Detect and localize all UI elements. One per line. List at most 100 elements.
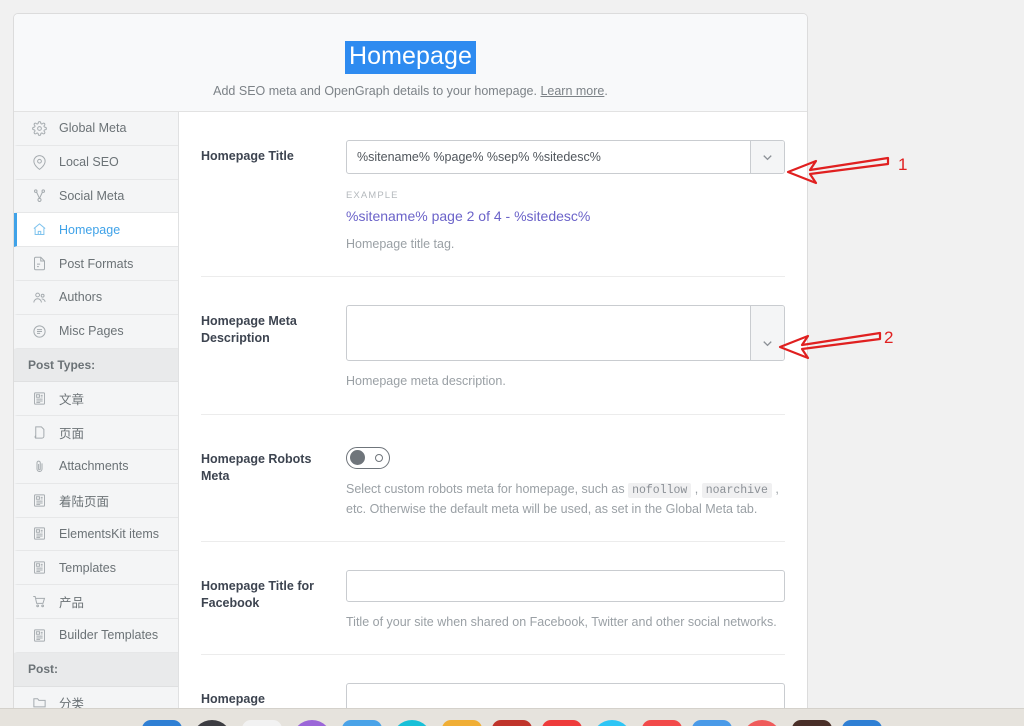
field-label: Homepage Meta Description [201,314,297,346]
os-dock[interactable] [0,708,1024,726]
dock-icon[interactable] [542,720,582,726]
annotation-arrow-1 [786,156,890,185]
field-help-text: Select custom robots meta for homepage, … [346,480,785,519]
code-chip-noarchive: noarchive [701,482,772,498]
sidebar-item-label: Post Formats [59,256,134,271]
screen: Homepage Add SEO meta and OpenGraph deta… [0,0,1024,726]
panel-body: Global Meta Local SEO Social Meta Homepa… [14,112,807,712]
sidebar-item-products-cn[interactable]: 产品 [14,585,178,619]
sidebar-item-label: Global Meta [59,121,127,136]
field-label: Homepage Title for Facebook [201,578,314,610]
example-label: EXAMPLE [346,190,399,201]
sidebar-item-label: Local SEO [59,155,119,170]
code-chip-nofollow: nofollow [628,482,692,498]
sidebar-item-authors[interactable]: Authors [14,280,178,315]
field-homepage-robots-meta: Homepage Robots Meta Select custom robot… [201,415,785,542]
field-control: EXAMPLE %sitename% page 2 of 4 - %sitede… [346,140,785,254]
sidebar-section-post: Post: [14,652,178,687]
field-help-text: Homepage meta description. [346,374,506,389]
sidebar-item-label: Misc Pages [59,324,124,339]
sidebar-item-post-formats[interactable]: Post Formats [14,247,178,281]
field-control: Homepage meta description. [346,305,785,391]
sidebar-section-label: Post: [28,662,58,677]
page-icon [31,424,48,441]
sidebar-item-label: Templates [59,560,116,575]
dock-icon[interactable] [192,720,232,726]
dock-icon[interactable] [142,720,182,726]
learn-more-link[interactable]: Learn more [540,84,604,98]
sidebar-item-label: Social Meta [59,188,125,203]
sidebar-item-label: Authors [59,290,103,305]
dock-icon[interactable] [742,720,782,726]
subtitle-suffix: . [604,83,608,98]
field-label: Homepage Title [201,149,294,163]
sidebar-item-homepage[interactable]: Homepage [14,213,178,248]
sidebar-item-label: 着陆页面 [59,494,110,509]
field-control: Select custom robots meta for homepage, … [346,443,785,519]
homepage-title-dropdown-button[interactable] [750,141,784,173]
sidebar-section-post-types: Post Types: [14,348,178,383]
sidebar-item-attachments[interactable]: Attachments [14,449,178,484]
sidebar-item-label: 页面 [59,427,85,442]
share-nodes-icon [31,187,48,204]
dock-icon[interactable] [692,720,732,726]
homepage-title-input[interactable] [347,141,750,173]
document-icon [31,255,48,272]
dock-icon[interactable] [342,720,382,726]
seo-settings-panel: Homepage Add SEO meta and OpenGraph deta… [13,13,808,713]
dock-icon[interactable] [642,720,682,726]
example-value: %sitename% page 2 of 4 - %sitedesc% [346,208,591,224]
dock-icon[interactable] [592,720,632,726]
settings-content: Homepage Title EXAMPLE %sitename% page 2… [179,112,807,712]
homepage-title-facebook-input[interactable] [346,569,785,602]
sidebar-nav: Global Meta Local SEO Social Meta Homepa… [14,112,179,712]
chevron-down-icon [760,150,775,165]
field-control: Title of your site when shared on Facebo… [346,569,785,632]
article-icon [31,492,48,509]
sidebar-item-label: Homepage [59,222,121,237]
dock-icon[interactable] [442,720,482,726]
dock-icon[interactable] [792,720,832,726]
sidebar-item-posts-cn[interactable]: 文章 [14,382,178,417]
dock-icon[interactable] [242,720,282,726]
field-label: Homepage Robots Meta [201,451,312,483]
field-help-text: Homepage title tag. [346,237,455,251]
cart-icon [31,593,48,610]
help-part-1: Select custom robots meta for homepage, … [346,481,629,496]
gear-icon [31,120,48,137]
page-title: Homepage [344,41,477,74]
page-subtitle: Add SEO meta and OpenGraph details to yo… [213,84,608,98]
field-homepage-title-facebook: Homepage Title for Facebook Title of you… [201,542,785,656]
list-circle-icon [31,323,48,340]
sidebar-item-local-seo[interactable]: Local SEO [14,145,178,180]
dock-icon[interactable] [392,720,432,726]
homepage-robots-meta-toggle[interactable] [346,446,390,469]
help-part-2: , [691,481,702,496]
field-homepage-description-facebook: Homepage Description for Facebook [201,655,785,712]
dock-icon[interactable] [292,720,332,726]
sidebar-item-elementskit-items[interactable]: ElementsKit items [14,517,178,552]
annotation-number-2: 2 [884,328,894,347]
article-icon [31,525,48,542]
toggle-knob [350,450,365,466]
article-icon [31,390,48,407]
sidebar-item-landing-pages-cn[interactable]: 着陆页面 [14,483,178,518]
dock-icon[interactable] [842,720,882,726]
annotation-number-1: 1 [898,155,908,174]
dock-icon[interactable] [492,720,532,726]
sidebar-item-misc-pages[interactable]: Misc Pages [14,314,178,349]
homepage-meta-description-textarea[interactable] [347,306,750,361]
sidebar-item-global-meta[interactable]: Global Meta [14,112,178,146]
users-icon [31,289,48,306]
sidebar-item-templates[interactable]: Templates [14,551,178,586]
article-icon [31,627,48,644]
sidebar-item-pages-cn[interactable]: 页面 [14,416,178,450]
field-homepage-title: Homepage Title EXAMPLE %sitename% page 2… [201,112,785,278]
sidebar-item-label: Builder Templates [59,628,159,643]
paperclip-icon [31,458,48,475]
sidebar-item-builder-templates[interactable]: Builder Templates [14,618,178,653]
sidebar-section-label: Post Types: [28,357,96,372]
toggle-off-mark [375,453,383,462]
sidebar-item-social-meta[interactable]: Social Meta [14,179,178,214]
homepage-title-input-wrap [346,140,785,174]
